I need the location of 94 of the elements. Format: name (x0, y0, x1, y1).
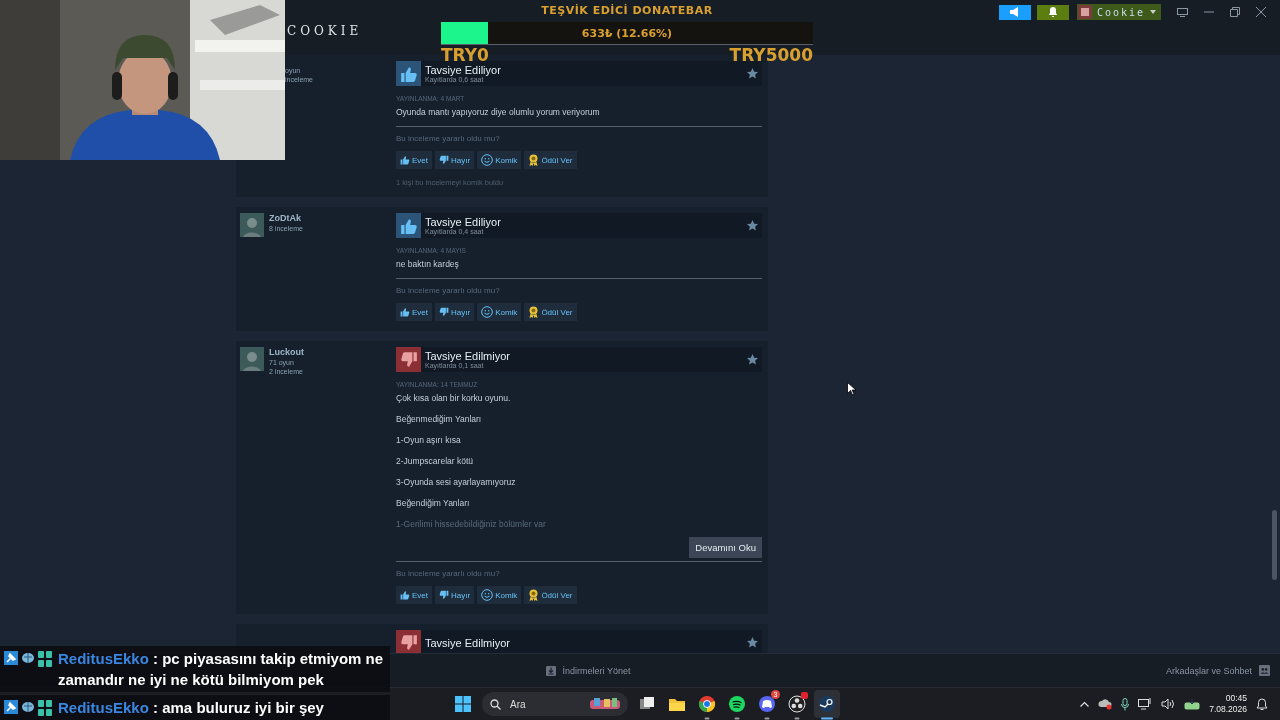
recommendation-title: Tavsiye Ediliyor (425, 216, 502, 228)
vote-button[interactable]: Komik (477, 151, 522, 169)
helpful-question: Bu inceleme yararlı oldu mu? (396, 134, 500, 143)
award-icon (528, 589, 540, 601)
donation-amount: 633₺ (12.66%) (581, 26, 673, 40)
vote-button[interactable]: Evet (396, 586, 432, 604)
author-name[interactable]: ZoDtAk (269, 213, 303, 223)
recommendation-title: Tavsiye Ediliyor (425, 64, 502, 76)
review-text: ne baktın kardeş (396, 259, 459, 269)
star-icon[interactable] (747, 637, 758, 648)
announcement-button[interactable] (998, 4, 1031, 20)
chevron-up-icon[interactable] (1080, 701, 1090, 707)
profile-title: COOKIE (287, 24, 363, 38)
cursor-icon (847, 382, 857, 396)
vote-button[interactable]: Evet (396, 151, 432, 169)
review-text: Beğenmediğim Yanları (396, 414, 482, 424)
vote-button[interactable]: Ödül Ver (524, 303, 577, 321)
review-text: 3-Oyunda sesi ayarlayamıyoruz (396, 477, 516, 487)
chat-message: ReditusEkko : ama buluruz iyi bir şey (58, 698, 324, 718)
close-icon[interactable] (1256, 7, 1266, 17)
vote-button[interactable]: Hayır (435, 151, 475, 169)
donatebar-title: TEŞVİK EDİCİ DONATEBAR (541, 4, 713, 17)
review-text: 1-Oyun aşırı kısa (396, 435, 461, 445)
microphone-icon[interactable] (1121, 697, 1130, 711)
star-icon[interactable] (747, 354, 758, 365)
grid-badge-icon (38, 700, 52, 716)
review-text: Çok kısa olan bir korku oyunu. (396, 393, 511, 403)
monitor-icon[interactable] (1177, 7, 1188, 17)
restore-icon[interactable] (1230, 7, 1240, 17)
caret-icon (1150, 10, 1156, 14)
game-launcher-icon[interactable] (818, 695, 836, 720)
vote-button[interactable]: Evet (396, 303, 432, 321)
downloads-link[interactable]: İndirmeleri Yönet (545, 665, 631, 676)
search-icon (490, 698, 501, 710)
hammer-badge-icon (4, 700, 18, 714)
battery-icon[interactable] (1184, 698, 1201, 710)
donation-goal: TRY5000 (729, 45, 813, 65)
smiley-icon (481, 154, 494, 166)
thumbs-down-icon (439, 307, 449, 317)
review-text: Beğendiğim Yanları (396, 498, 470, 508)
helpful-question: Bu inceleme yararlı oldu mu? (396, 286, 500, 295)
thumbs-up-icon (400, 590, 410, 600)
browser-icon[interactable] (698, 695, 716, 720)
read-more-button[interactable]: Devamını Oku (689, 537, 762, 558)
search-highlight-icon (590, 697, 620, 711)
recommendation-title: Tavsiye Edilmiyor (425, 636, 511, 649)
friends-chat-link[interactable]: Arkadaşlar ve Sohbet (1165, 665, 1270, 676)
notification-button[interactable] (1036, 4, 1069, 20)
vote-button[interactable]: Ödül Ver (524, 586, 577, 604)
author-name[interactable]: Luckout (269, 347, 304, 357)
volume-icon[interactable] (1161, 698, 1176, 710)
chat-app-icon[interactable] (758, 695, 776, 720)
vote-button[interactable]: Hayır (435, 303, 475, 321)
review-text: 1-Gerilimi hissedebildiğiniz bölümler var (396, 519, 546, 529)
brain-badge-icon (21, 651, 35, 665)
hammer-badge-icon (4, 651, 18, 665)
star-icon[interactable] (747, 220, 758, 231)
chat-message: ReditusEkko : pc piyasasını takip etmiyom ne zamandır ne iyi ne kötü bilmiyom pek (58, 649, 385, 690)
clock-date[interactable]: 7.08.2026 (1209, 704, 1247, 715)
avatar-icon (240, 213, 264, 237)
friends-icon (1259, 665, 1270, 676)
award-icon (528, 154, 540, 166)
music-player-icon[interactable] (728, 695, 746, 720)
megaphone-icon (1008, 7, 1021, 17)
award-icon (528, 306, 540, 318)
recording-app-icon[interactable] (788, 695, 806, 720)
grid-badge-icon (38, 651, 52, 667)
recommendation-title: Tavsiye Edilmiyor (425, 350, 511, 362)
vote-button[interactable]: Hayır (435, 586, 475, 604)
smiley-icon (481, 306, 494, 318)
bell-icon[interactable] (1256, 697, 1268, 711)
vote-button[interactable]: Ödül Ver (524, 151, 577, 169)
vote-button[interactable]: Komik (477, 586, 522, 604)
vote-button[interactable]: Komik (477, 303, 522, 321)
network-icon[interactable] (1138, 698, 1153, 710)
clock-time[interactable]: 00:45 (1225, 693, 1247, 704)
review-text: Oyunda mantı yapıyoruz diye olumlu yorum veriyorum (396, 107, 600, 117)
bell-icon (1047, 7, 1058, 17)
cloud-icon[interactable] (1098, 698, 1113, 710)
review-text: 2-Jumpscarelar kötü (396, 456, 473, 466)
thumbs-up-icon (400, 307, 410, 317)
thumbs-down-icon (439, 155, 449, 165)
thumbs-up-icon (400, 155, 410, 165)
account-menu[interactable]: Cookie (1076, 4, 1161, 20)
brain-badge-icon (21, 700, 35, 714)
star-icon[interactable] (747, 68, 758, 79)
helpful-question: Bu inceleme yararlı oldu mu? (396, 569, 500, 578)
smiley-icon (481, 589, 494, 601)
search-field[interactable]: Ara (482, 692, 628, 716)
avatar-icon (1077, 5, 1092, 19)
donation-minimum: TRY0 (441, 45, 489, 65)
thumbs-down-icon (439, 590, 449, 600)
avatar-icon (240, 347, 264, 371)
download-icon (545, 665, 556, 676)
